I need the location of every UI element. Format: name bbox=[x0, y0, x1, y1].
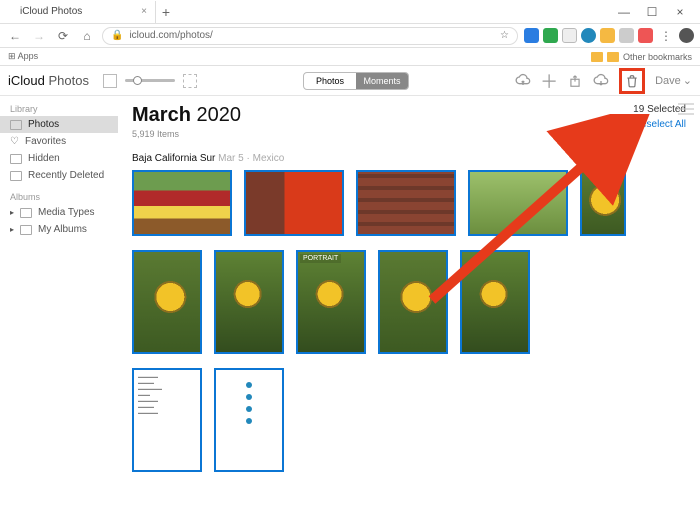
sidebar-item-photos[interactable]: Photos bbox=[0, 116, 118, 133]
bookmarks-bar: ⊞ Apps Other bookmarks bbox=[0, 48, 700, 66]
new-tab-button[interactable]: + bbox=[156, 4, 176, 20]
chrome-menu-icon[interactable]: ⋮ bbox=[657, 27, 675, 45]
extension-icon[interactable] bbox=[638, 28, 653, 43]
list-layout-icon[interactable] bbox=[678, 102, 694, 116]
profile-avatar[interactable] bbox=[679, 28, 694, 43]
browser-tab[interactable]: iCloud Photos × bbox=[6, 1, 156, 23]
item-count: 5,919 Items bbox=[132, 129, 241, 139]
sidebar-heading: Albums bbox=[0, 190, 118, 204]
photo-thumbnail[interactable] bbox=[214, 250, 284, 354]
app-brand: iCloud Photos bbox=[8, 73, 89, 88]
extension-icon[interactable] bbox=[543, 28, 558, 43]
photo-grid: ▬▬▬▬▬▬▬▬▬▬▬▬▬▬▬▬▬▬▬▬▬▬▬▬▬▬▬▬▬▬▬▬ bbox=[132, 368, 686, 472]
share-icon[interactable] bbox=[567, 73, 583, 89]
photo-thumbnail[interactable] bbox=[132, 170, 232, 236]
extension-icon[interactable] bbox=[524, 28, 539, 43]
album-icon bbox=[20, 225, 32, 235]
browser-titlebar: iCloud Photos × + — ☐ × bbox=[0, 0, 700, 24]
expand-icon: ▸ bbox=[10, 208, 14, 217]
photo-thumbnail[interactable] bbox=[244, 170, 344, 236]
view-segment: Photos Moments bbox=[303, 72, 409, 90]
app-topbar: iCloud Photos Photos Moments ＋ Dave⌄ bbox=[0, 66, 700, 96]
media-icon bbox=[20, 208, 32, 218]
sidebar-item-hidden[interactable]: Hidden bbox=[0, 150, 118, 167]
main-content: March 2020 5,919 Items 19 Selected Desel… bbox=[118, 96, 700, 506]
photo-thumbnail[interactable] bbox=[356, 170, 456, 236]
expand-icon: ▸ bbox=[10, 225, 14, 234]
sidebar-item-recently-deleted[interactable]: Recently Deleted bbox=[0, 167, 118, 184]
photo-thumbnail[interactable] bbox=[580, 170, 626, 236]
segment-photos[interactable]: Photos bbox=[304, 73, 356, 89]
portrait-badge: PORTRAIT bbox=[300, 254, 341, 263]
url-input[interactable]: 🔒 icloud.com/photos/ ☆ bbox=[102, 27, 518, 45]
user-menu[interactable]: Dave⌄ bbox=[655, 74, 692, 87]
photo-thumbnail[interactable] bbox=[214, 368, 284, 472]
sidebar-item-my-albums[interactable]: ▸My Albums bbox=[0, 221, 118, 238]
other-bookmarks[interactable]: Other bookmarks bbox=[623, 52, 692, 62]
layout-toggle[interactable] bbox=[183, 74, 197, 88]
photo-thumbnail[interactable] bbox=[378, 250, 448, 354]
month-header: March 2020 bbox=[132, 104, 241, 127]
upload-icon[interactable] bbox=[515, 73, 531, 89]
extension-icon[interactable] bbox=[600, 28, 615, 43]
tab-close-icon[interactable]: × bbox=[141, 6, 147, 17]
extension-icon[interactable] bbox=[619, 28, 634, 43]
photo-thumbnail[interactable]: ▬▬▬▬▬▬▬▬▬▬▬▬▬▬▬▬▬▬▬▬▬▬▬▬▬▬▬▬▬▬▬▬ bbox=[132, 368, 202, 472]
lock-icon: 🔒 bbox=[111, 30, 123, 41]
photo-thumbnail[interactable] bbox=[460, 250, 530, 354]
trash-icon bbox=[10, 171, 22, 181]
add-icon[interactable]: ＋ bbox=[541, 73, 557, 89]
sidebar-item-favorites[interactable]: ♡Favorites bbox=[0, 133, 118, 150]
heart-icon: ♡ bbox=[10, 136, 19, 147]
reload-button[interactable]: ⟳ bbox=[54, 27, 72, 45]
window-close-icon[interactable]: × bbox=[666, 2, 694, 22]
photo-thumbnail[interactable] bbox=[468, 170, 568, 236]
photo-thumbnail[interactable]: PORTRAIT bbox=[296, 250, 366, 354]
extension-icon[interactable] bbox=[581, 28, 596, 43]
extension-icon[interactable] bbox=[562, 28, 577, 43]
sidebar-item-media-types[interactable]: ▸Media Types bbox=[0, 204, 118, 221]
window-minimize-icon[interactable]: — bbox=[610, 2, 638, 22]
deselect-all-link[interactable]: Deselect All bbox=[633, 119, 686, 130]
url-text: icloud.com/photos/ bbox=[129, 30, 212, 41]
hidden-icon bbox=[10, 154, 22, 164]
tab-title: iCloud Photos bbox=[20, 6, 82, 17]
back-button[interactable]: ← bbox=[6, 27, 24, 45]
photo-grid bbox=[132, 170, 686, 236]
photos-icon bbox=[10, 120, 22, 130]
apps-shortcut[interactable]: ⊞ Apps bbox=[8, 51, 38, 62]
trash-icon[interactable] bbox=[624, 73, 640, 89]
browser-addressbar: ← → ⟳ ⌂ 🔒 icloud.com/photos/ ☆ ⋮ bbox=[0, 24, 700, 48]
layout-toggle[interactable] bbox=[103, 74, 117, 88]
home-button[interactable]: ⌂ bbox=[78, 27, 96, 45]
window-maximize-icon[interactable]: ☐ bbox=[638, 2, 666, 22]
photo-grid: PORTRAIT bbox=[132, 250, 686, 354]
segment-moments[interactable]: Moments bbox=[356, 73, 408, 89]
forward-button[interactable]: → bbox=[30, 27, 48, 45]
extension-strip: ⋮ bbox=[524, 27, 694, 45]
photo-thumbnail[interactable] bbox=[132, 250, 202, 354]
thumbnail-size-slider[interactable] bbox=[125, 79, 175, 82]
download-icon[interactable] bbox=[593, 73, 609, 89]
delete-button-highlight bbox=[619, 68, 645, 94]
sidebar: Library Photos ♡Favorites Hidden Recentl… bbox=[0, 96, 118, 506]
apps-icon: ⊞ bbox=[8, 51, 16, 61]
chevron-down-icon: ⌄ bbox=[683, 74, 692, 87]
folder-icon[interactable] bbox=[607, 52, 619, 62]
location-header: Baja California Sur Mar 5 · Mexico bbox=[132, 153, 686, 164]
folder-icon bbox=[591, 52, 603, 62]
star-icon[interactable]: ☆ bbox=[500, 30, 509, 41]
sidebar-heading: Library bbox=[0, 102, 118, 116]
